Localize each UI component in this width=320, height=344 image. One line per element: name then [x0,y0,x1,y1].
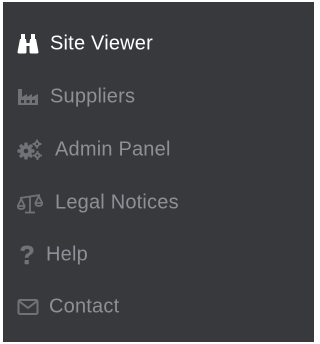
menu-item-suppliers[interactable]: Suppliers [3,75,314,119]
industry-icon [17,88,39,106]
menu-item-label: Help [46,243,88,266]
question-icon [18,244,36,266]
menu-item-legal-notices[interactable]: Legal Notices [3,181,314,225]
menu-item-site-viewer[interactable]: Site Viewer [3,22,314,66]
menu-item-label: Contact [49,295,120,318]
menu-item-label: Admin Panel [55,138,171,161]
menu-item-label: Site Viewer [50,32,153,55]
menu-item-contact[interactable]: Contact [3,285,314,329]
binoculars-icon [17,34,39,54]
cogs-icon [17,139,43,161]
balance-scale-icon [17,192,43,214]
envelope-icon [17,298,39,316]
menu-item-label: Suppliers [50,85,136,108]
menu-item-help[interactable]: Help [3,233,314,277]
menu-item-label: Legal Notices [55,191,179,214]
sidebar-menu: Site Viewer Suppliers Admin Panel Legal … [3,2,314,342]
menu-item-admin-panel[interactable]: Admin Panel [3,128,314,172]
